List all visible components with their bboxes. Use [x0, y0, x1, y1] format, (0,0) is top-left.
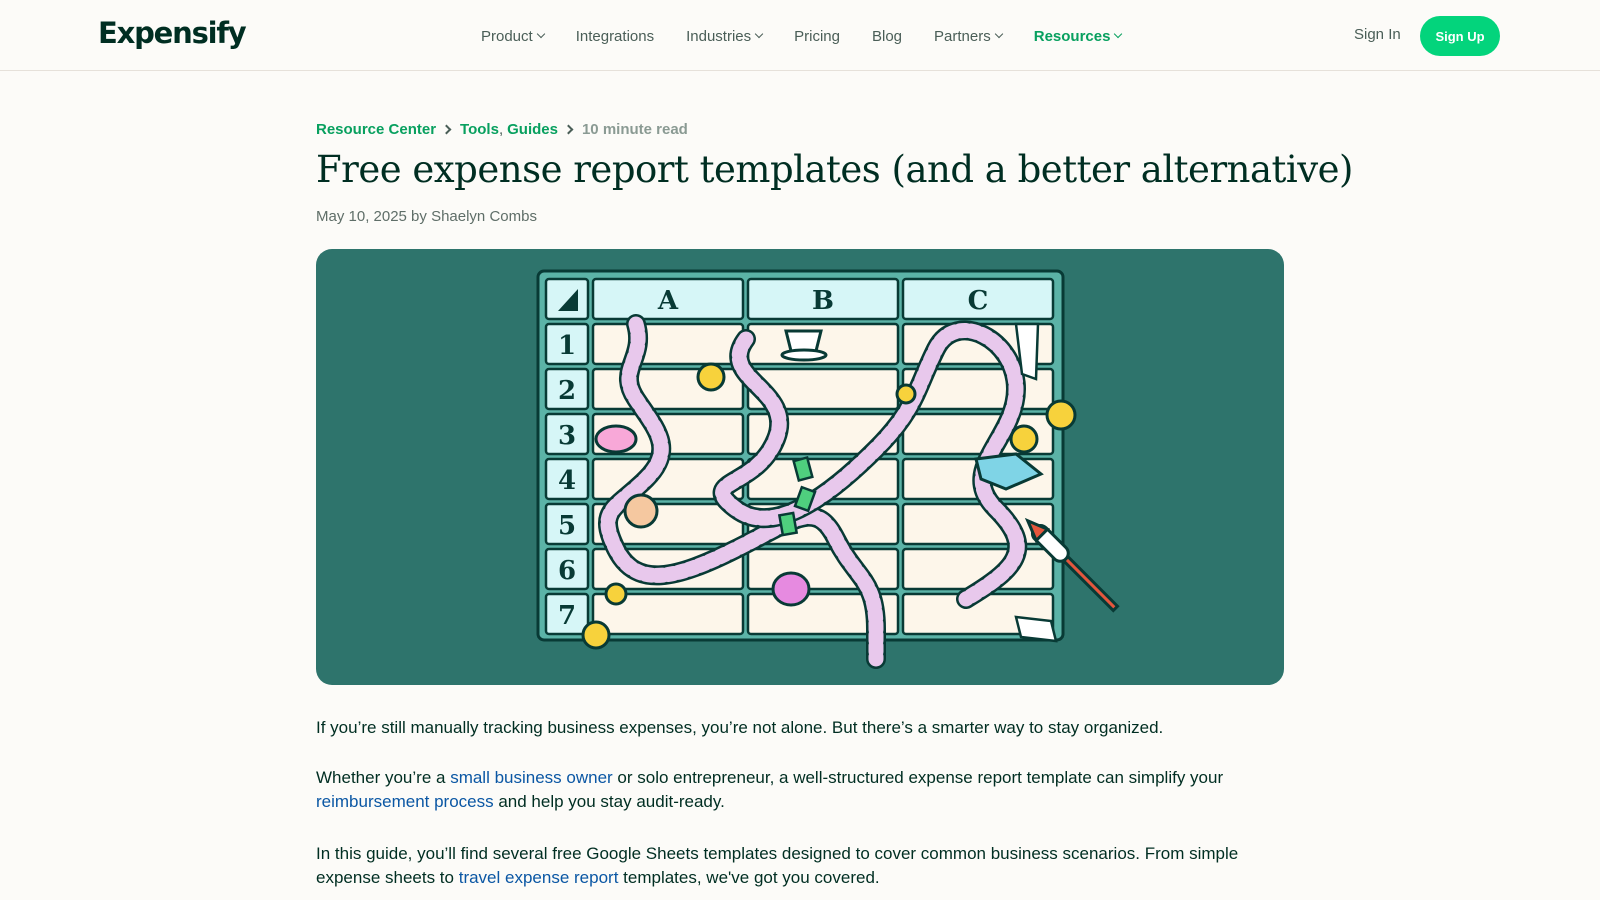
main-nav: Product Integrations Industries Pricing … [481, 26, 1153, 46]
nav-partners-label: Partners [934, 27, 991, 45]
article-byline: May 10, 2025 by Shaelyn Combs [316, 208, 537, 225]
nav-resources-label: Resources [1033, 27, 1111, 45]
nav-resources[interactable]: Resources [1033, 27, 1123, 45]
nav-integrations[interactable]: Integrations [576, 28, 654, 45]
chevron-right-icon [441, 124, 452, 135]
breadcrumb-comma: , [498, 121, 504, 138]
breadcrumb: Resource Center Tools , Guides 10 minute… [316, 121, 688, 138]
grid-corner-cell [544, 277, 590, 321]
nav-industries[interactable]: Industries [686, 27, 764, 45]
nav-pricing[interactable]: Pricing [794, 28, 840, 45]
breadcrumb-tools[interactable]: Tools [460, 121, 499, 138]
chevron-right-icon [563, 124, 574, 135]
nav-product[interactable]: Product [481, 27, 545, 45]
nav-partners[interactable]: Partners [934, 27, 1003, 45]
sign-in-link[interactable]: Sign In [1354, 26, 1401, 43]
paragraph-text: or solo entrepreneur, a well-structured … [612, 768, 1224, 787]
spreadsheet-board-illustration: A B C 1 2 3 4 5 6 7 [536, 269, 1120, 669]
nav-integrations-label: Integrations [575, 27, 655, 45]
read-time: 10 minute read [581, 121, 688, 138]
breadcrumb-resource-center[interactable]: Resource Center [316, 121, 436, 138]
column-header-label: C [968, 286, 989, 316]
row-header-label: 1 [558, 331, 576, 361]
travel-expense-report-link[interactable]: travel expense report [459, 868, 619, 887]
nav-industries-label: Industries [686, 27, 752, 45]
chevron-down-icon [536, 29, 545, 39]
sign-up-button[interactable]: Sign Up [1420, 16, 1500, 56]
breadcrumb-guides[interactable]: Guides [507, 121, 558, 138]
column-header-label: A [657, 286, 679, 316]
nav-product-label: Product [481, 27, 533, 45]
page-title: Free expense report templates (and a bet… [316, 148, 1353, 191]
paragraph-text: and help you stay audit-ready. [493, 792, 725, 811]
chevron-down-icon [754, 29, 764, 39]
row-header-label: 2 [558, 376, 576, 406]
reimbursement-process-link[interactable]: reimbursement process [316, 792, 494, 811]
intro-text: If you’re still manually tracking busine… [316, 718, 1164, 737]
row-header-label: 7 [558, 601, 576, 631]
nav-blog[interactable]: Blog [872, 28, 902, 45]
nav-blog-label: Blog [872, 27, 903, 45]
expensify-logo[interactable]: Expensify [98, 16, 247, 50]
small-business-owner-link[interactable]: small business owner [450, 768, 613, 787]
column-header-label: B [812, 286, 834, 316]
chevron-down-icon [994, 29, 1003, 39]
row-header-label: 6 [558, 556, 576, 586]
grid-cell [591, 322, 745, 366]
row-header-label: 3 [558, 421, 576, 451]
row-header-label: 4 [558, 466, 576, 496]
body-paragraph-2: In this guide, you’ll find several free … [316, 842, 1276, 890]
nav-pricing-label: Pricing [794, 27, 840, 45]
paragraph-text: templates, we've got you covered. [618, 868, 880, 887]
hero-illustration: A B C 1 2 3 4 5 6 7 [316, 249, 1284, 685]
chevron-down-icon [1114, 29, 1123, 39]
body-paragraph-1: Whether you’re a small business owner or… [316, 766, 1276, 814]
row-header-label: 5 [558, 511, 576, 541]
site-header: Expensify Product Integrations Industrie… [0, 0, 1600, 71]
paragraph-text: Whether you’re a [316, 768, 451, 787]
intro-paragraph: If you’re still manually tracking busine… [316, 716, 1276, 740]
